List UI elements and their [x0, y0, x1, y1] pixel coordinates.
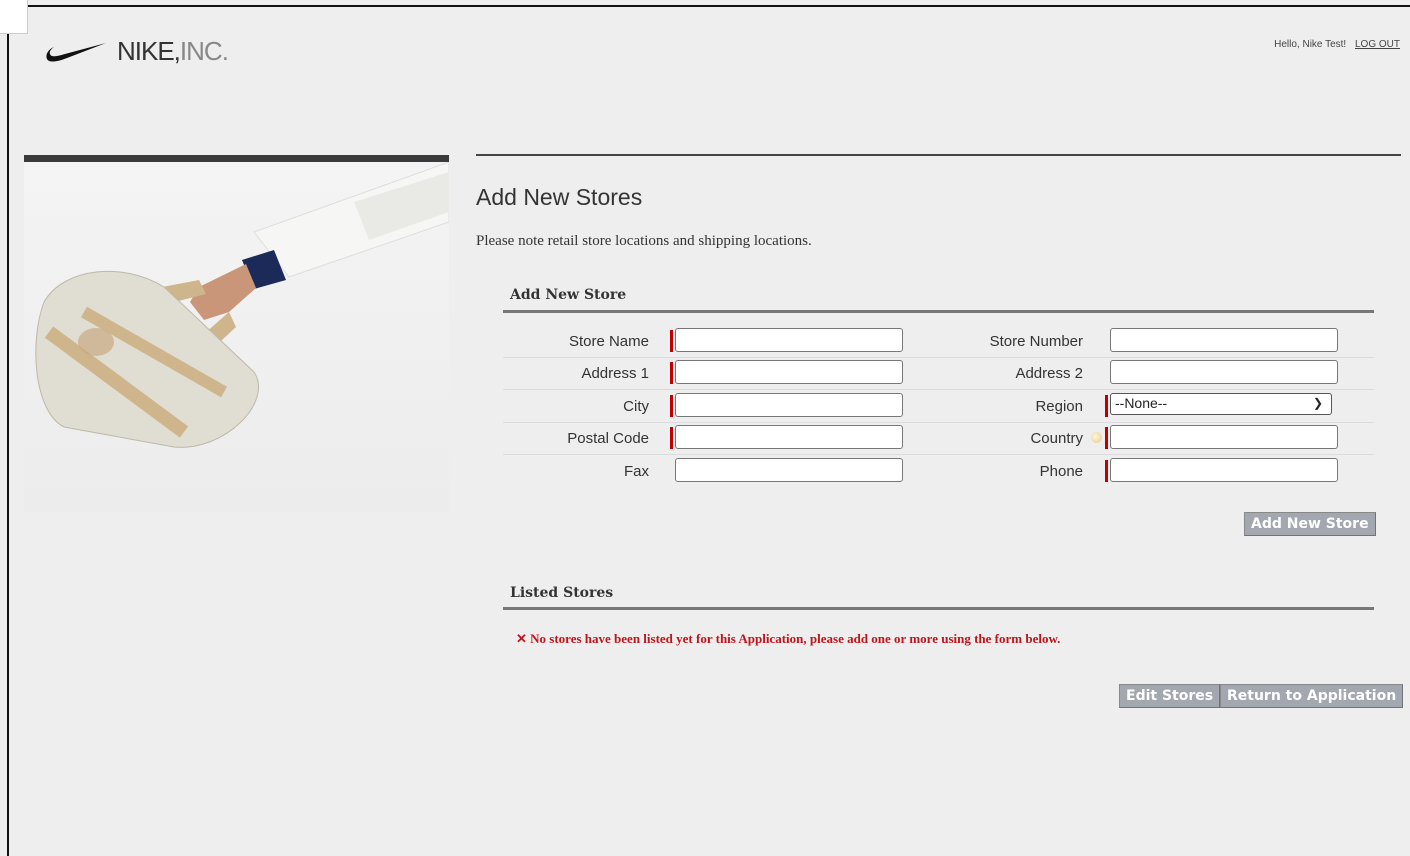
brand-name: NIKE, — [117, 36, 181, 66]
page-title: Add New Stores — [476, 184, 643, 210]
nike-logo[interactable]: NIKE,INC. — [45, 36, 229, 67]
store-number-input[interactable] — [1110, 328, 1338, 352]
add-store-section-rule — [503, 310, 1374, 313]
form-row-contact: Fax Phone — [503, 455, 1374, 487]
address1-label: Address 1 — [581, 365, 649, 382]
required-marker — [1105, 460, 1108, 482]
store-name-input[interactable] — [675, 328, 903, 352]
listed-stores-section-rule — [503, 607, 1374, 610]
required-marker — [670, 427, 673, 449]
form-row-city: City Region --None-- ❯ — [503, 390, 1374, 423]
address2-label: Address 2 — [1015, 365, 1083, 382]
hero-image — [24, 162, 449, 512]
window-frame-left — [7, 5, 9, 856]
store-name-label: Store Name — [568, 333, 649, 350]
page-note: Please note retail store locations and s… — [476, 233, 812, 249]
required-marker — [670, 330, 673, 352]
city-input[interactable] — [675, 393, 903, 417]
swoosh-icon — [46, 42, 106, 62]
no-stores-message: ✕ No stores have been listed yet for thi… — [516, 631, 1060, 647]
bag-illustration — [35, 162, 449, 448]
fax-label: Fax — [623, 463, 649, 480]
error-x-icon: ✕ — [516, 631, 527, 646]
postal-code-label: Postal Code — [567, 430, 649, 447]
country-input[interactable] — [1110, 425, 1338, 449]
listed-stores-section-title: Listed Stores — [510, 585, 614, 601]
address1-input[interactable] — [675, 360, 903, 384]
required-marker — [1105, 395, 1108, 417]
form-row-address: Address 1 Address 2 — [503, 357, 1374, 390]
info-icon[interactable] — [1091, 432, 1102, 443]
required-marker — [1105, 427, 1108, 449]
region-label: Region — [1035, 398, 1083, 415]
store-number-label: Store Number — [989, 333, 1083, 350]
window-corner — [0, 0, 28, 34]
return-to-application-button[interactable]: Return to Application — [1220, 684, 1404, 708]
city-label: City — [623, 398, 649, 415]
edit-stores-button[interactable]: Edit Stores — [1119, 684, 1221, 708]
fax-input[interactable] — [675, 458, 903, 482]
postal-code-input[interactable] — [675, 425, 903, 449]
address2-input[interactable] — [1110, 360, 1338, 384]
user-bar: Hello, Nike Test! LOG OUT — [1274, 39, 1400, 50]
window-frame-top — [7, 5, 1410, 7]
no-stores-text: No stores have been listed yet for this … — [530, 631, 1061, 646]
region-select[interactable]: --None-- ❯ — [1110, 393, 1332, 415]
region-select-value: --None-- — [1115, 395, 1168, 411]
brand-wordmark: NIKE,INC. — [117, 36, 229, 67]
add-new-store-button[interactable]: Add New Store — [1244, 512, 1376, 536]
add-store-section-title: Add New Store — [510, 287, 627, 303]
required-marker — [670, 395, 673, 417]
form-row-postal: Postal Code Country — [503, 422, 1374, 455]
phone-input[interactable] — [1110, 458, 1338, 482]
country-label: Country — [1030, 430, 1083, 447]
form-row-store: Store Name Store Number — [503, 325, 1374, 358]
chevron-down-icon: ❯ — [1312, 396, 1323, 410]
brand-suffix: INC. — [179, 36, 229, 66]
main-top-rule — [476, 154, 1401, 156]
logout-link[interactable]: LOG OUT — [1355, 39, 1400, 50]
user-greeting: Hello, Nike Test! — [1274, 39, 1347, 50]
required-marker — [670, 362, 673, 384]
hero-top-bar — [24, 155, 449, 162]
phone-label: Phone — [1039, 463, 1083, 480]
